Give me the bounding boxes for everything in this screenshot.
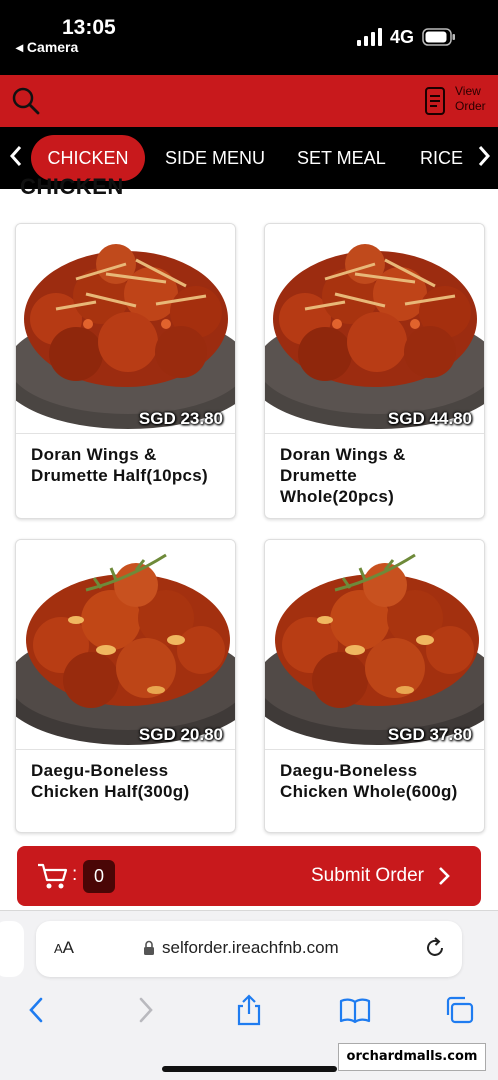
- network-type: 4G: [390, 27, 415, 47]
- submit-order-bar[interactable]: : 0 Submit Order: [17, 846, 481, 906]
- food-photo: SGD 20.80: [16, 540, 235, 749]
- signal-icon: [357, 28, 382, 46]
- previous-tab-preview[interactable]: [0, 921, 24, 977]
- cart-separator: :: [72, 864, 78, 885]
- back-to-camera-link[interactable]: ◂ Camera: [16, 39, 78, 56]
- food-photo: SGD 23.80: [16, 224, 235, 433]
- tab-side-menu[interactable]: SIDE MENU: [165, 135, 265, 181]
- divider: [265, 749, 484, 750]
- url-text[interactable]: selforder.ireachfnb.com: [162, 938, 339, 958]
- menu-item-card[interactable]: SGD 44.80 Doran Wings & Drumette Whole(2…: [264, 223, 485, 519]
- back-icon[interactable]: [20, 993, 54, 1027]
- clock: 13:05: [62, 16, 116, 39]
- divider: [16, 433, 235, 434]
- battery-icon: [422, 28, 455, 46]
- search-icon[interactable]: [10, 85, 42, 117]
- price-label: SGD 20.80: [138, 725, 223, 744]
- item-name: Daegu-Boneless Chicken Whole(600g): [280, 761, 458, 801]
- chevron-right-icon[interactable]: [474, 141, 494, 171]
- home-indicator: [162, 1066, 337, 1072]
- status-bar: 13:05 ◂ Camera 4G: [0, 0, 498, 75]
- app-header: View Order: [0, 75, 498, 127]
- order-list-icon: [425, 87, 445, 115]
- divider: [16, 749, 235, 750]
- section-title: CHICKEN: [20, 174, 124, 199]
- cart-icon: [38, 863, 68, 889]
- chevron-right-icon: [439, 867, 450, 885]
- cart-count-badge: 0: [83, 860, 115, 893]
- tab-set-meal[interactable]: SET MEAL: [297, 135, 386, 181]
- view-order-label: View Order: [455, 84, 486, 113]
- tabs-icon[interactable]: [443, 993, 477, 1027]
- food-photo: SGD 44.80: [265, 224, 484, 433]
- price-label: SGD 37.80: [387, 725, 472, 744]
- item-name: Daegu-Boneless Chicken Half(300g): [31, 761, 190, 801]
- chevron-left-icon[interactable]: [6, 141, 26, 171]
- lock-icon: [144, 940, 154, 955]
- submit-order-button[interactable]: Submit Order: [311, 865, 424, 887]
- menu-item-card[interactable]: SGD 23.80 Doran Wings & Drumette Half(10…: [15, 223, 236, 519]
- price-label: SGD 44.80: [387, 409, 472, 428]
- share-icon[interactable]: [232, 993, 266, 1027]
- address-bar[interactable]: AA selforder.ireachfnb.com: [36, 921, 462, 977]
- price-label: SGD 23.80: [138, 409, 223, 428]
- divider: [265, 433, 484, 434]
- food-photo: SGD 37.80: [265, 540, 484, 749]
- reader-settings-button[interactable]: AA: [54, 938, 74, 958]
- item-name: Doran Wings & Drumette Half(10pcs): [31, 445, 208, 485]
- menu-item-card[interactable]: SGD 37.80 Daegu-Boneless Chicken Whole(6…: [264, 539, 485, 833]
- watermark-label: orchardmalls.com: [338, 1043, 486, 1071]
- item-name: Doran Wings & Drumette Whole(20pcs): [280, 445, 406, 506]
- view-order-button[interactable]: View Order: [424, 83, 492, 119]
- bookmarks-icon[interactable]: [338, 993, 372, 1027]
- forward-icon[interactable]: [128, 993, 162, 1027]
- tab-rice[interactable]: RICE: [420, 135, 463, 181]
- menu-item-card[interactable]: SGD 20.80 Daegu-Boneless Chicken Half(30…: [15, 539, 236, 833]
- reload-icon[interactable]: [423, 936, 447, 960]
